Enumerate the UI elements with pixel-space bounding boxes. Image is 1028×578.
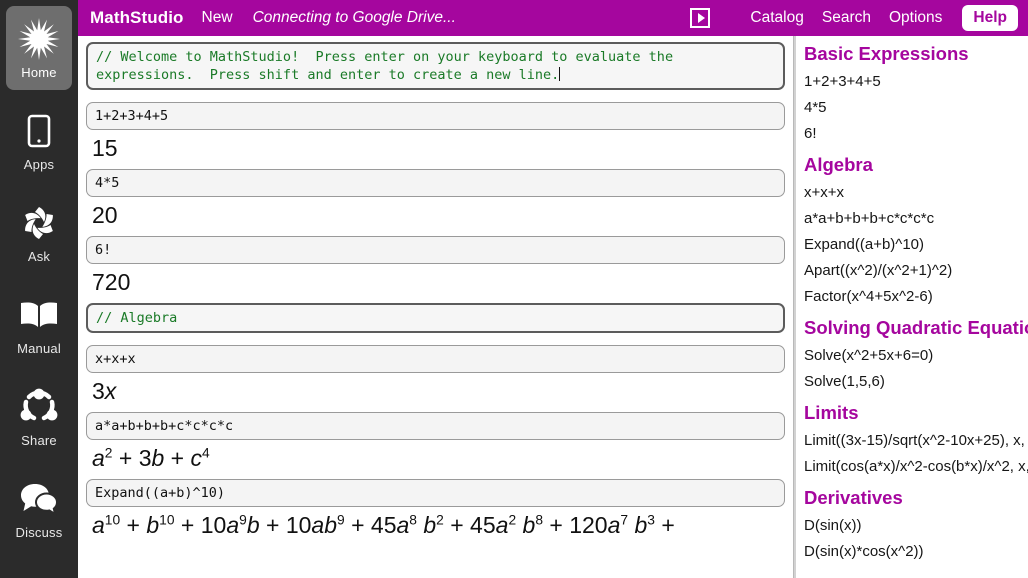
sidebar-item-label: Discuss bbox=[15, 524, 63, 540]
sidebar-item-label: Home bbox=[21, 64, 57, 80]
worksheet-cell: x+x+x 3x bbox=[86, 345, 785, 406]
worksheet-cell: 1+2+3+4+5 15 bbox=[86, 102, 785, 163]
help-pane: Basic Expressions 1+2+3+4+5 4*5 6! Algebra x+… bbox=[796, 36, 1028, 578]
cell-result: 20 bbox=[92, 202, 118, 228]
sidebar-item-label: Ask bbox=[27, 248, 51, 264]
sidebar-item-label: Apps bbox=[23, 156, 55, 172]
help-example-item[interactable]: 4*5 bbox=[804, 95, 1018, 121]
help-example-item[interactable]: 1+2+3+4+5 bbox=[804, 69, 1018, 95]
top-menu: Catalog Search Options Help bbox=[732, 5, 1018, 31]
cell-input[interactable]: a*a+b+b+b+c*c*c*c bbox=[86, 412, 785, 440]
top-toolbar: MathStudio New Connecting to Google Driv… bbox=[78, 0, 1028, 36]
menu-item-help[interactable]: Help bbox=[962, 5, 1018, 31]
cell-input[interactable]: 1+2+3+4+5 bbox=[86, 102, 785, 130]
text-caret bbox=[559, 67, 561, 81]
worksheet-cell: // Welcome to MathStudio! Press enter on… bbox=[86, 42, 785, 90]
help-example-item[interactable]: Solve(x^2+5x+6=0) bbox=[804, 343, 1018, 369]
cell-result: a10 + b10 + 10a9b + 10ab9 + 45a8 b2 + 45… bbox=[92, 512, 675, 538]
new-button[interactable]: New bbox=[202, 9, 233, 27]
left-nav-rail: Home Apps Ask Manual Share Discuss bbox=[0, 0, 78, 578]
worksheet-cell: // Algebra bbox=[86, 303, 785, 333]
help-example-item[interactable]: D(sin(x)*cos(x^2)) bbox=[804, 539, 1018, 565]
cell-result: 15 bbox=[92, 135, 118, 161]
help-example-item[interactable]: Factor(x^4+5x^2-6) bbox=[804, 284, 1018, 310]
sidebar-item-manual[interactable]: Manual bbox=[6, 282, 72, 366]
worksheet-cell: a*a+b+b+b+c*c*c*c a2 + 3b + c4 bbox=[86, 412, 785, 473]
worksheet-cell: 6! 720 bbox=[86, 236, 785, 297]
worksheet-cell: Expand((a+b)^10) a10 + b10 + 10a9b + 10ab… bbox=[86, 479, 785, 540]
menu-item-options[interactable]: Options bbox=[889, 9, 942, 27]
help-example-item[interactable]: Apart((x^2)/(x^2+1)^2) bbox=[804, 258, 1018, 284]
open-book-icon bbox=[17, 293, 61, 337]
status-text: Connecting to Google Drive... bbox=[252, 9, 456, 26]
help-example-item[interactable]: D(sin(x)) bbox=[804, 513, 1018, 539]
help-section-heading: Limits bbox=[804, 402, 859, 423]
sidebar-item-discuss[interactable]: Discuss bbox=[6, 466, 72, 550]
help-example-item[interactable]: a*a+b+b+b+c*c*c*c bbox=[804, 206, 1018, 232]
menu-item-catalog[interactable]: Catalog bbox=[750, 9, 803, 27]
app-shell: MathStudio New Connecting to Google Driv… bbox=[78, 0, 1028, 578]
body-split: // Welcome to MathStudio! Press enter on… bbox=[78, 36, 1028, 578]
help-example-item[interactable]: Limit(cos(a*x)/x^2-cos(b*x)/x^2, x, 0) bbox=[804, 454, 1028, 480]
cell-result: a2 + 3b + c4 bbox=[92, 445, 210, 471]
sidebar-item-ask[interactable]: Ask bbox=[6, 190, 72, 274]
help-section-heading: Algebra bbox=[804, 154, 873, 175]
help-example-item[interactable]: Limit((3x-15)/sqrt(x^2-10x+25), x, 5, 1) bbox=[804, 428, 1028, 454]
cell-input[interactable]: // Algebra bbox=[86, 303, 785, 333]
cell-input[interactable]: // Welcome to MathStudio! Press enter on… bbox=[86, 42, 785, 90]
cell-input[interactable]: x+x+x bbox=[86, 345, 785, 373]
mathstudio-window: Home Apps Ask Manual Share Discuss MathStudio… bbox=[0, 0, 1028, 578]
worksheet-cell: 4*5 20 bbox=[86, 169, 785, 230]
aperture-icon bbox=[17, 201, 61, 245]
chat-bubbles-icon bbox=[17, 477, 61, 521]
play-icon[interactable] bbox=[690, 8, 711, 28]
help-section-heading: Solving Quadratic Equations bbox=[804, 317, 1028, 338]
cell-input[interactable]: 6! bbox=[86, 236, 785, 264]
sidebar-item-label: Manual bbox=[17, 340, 61, 356]
phone-icon bbox=[17, 109, 61, 153]
sidebar-item-label: Share bbox=[21, 432, 57, 448]
starburst-icon bbox=[17, 17, 61, 61]
help-example-item[interactable]: Expand((a+b)^10) bbox=[804, 232, 1018, 258]
help-example-item[interactable]: 6! bbox=[804, 121, 1018, 147]
menu-item-search[interactable]: Search bbox=[822, 9, 871, 27]
sidebar-item-share[interactable]: Share bbox=[6, 374, 72, 458]
help-section-heading: Basic Expressions bbox=[804, 43, 969, 64]
play-triangle-icon bbox=[697, 13, 705, 23]
help-example-item[interactable]: Solve(1,5,6) bbox=[804, 369, 1018, 395]
cell-result: 720 bbox=[92, 269, 131, 295]
cell-result: 3x bbox=[92, 378, 117, 404]
sidebar-item-home[interactable]: Home bbox=[6, 6, 72, 90]
share-nodes-icon bbox=[17, 385, 61, 429]
worksheet-pane[interactable]: // Welcome to MathStudio! Press enter on… bbox=[78, 36, 793, 578]
help-section-heading: Derivatives bbox=[804, 487, 903, 508]
help-example-item[interactable]: x+x+x bbox=[804, 180, 1018, 206]
sidebar-item-apps[interactable]: Apps bbox=[6, 98, 72, 182]
cell-input[interactable]: 4*5 bbox=[86, 169, 785, 197]
cell-input[interactable]: Expand((a+b)^10) bbox=[86, 479, 785, 507]
app-title: MathStudio bbox=[90, 8, 184, 27]
